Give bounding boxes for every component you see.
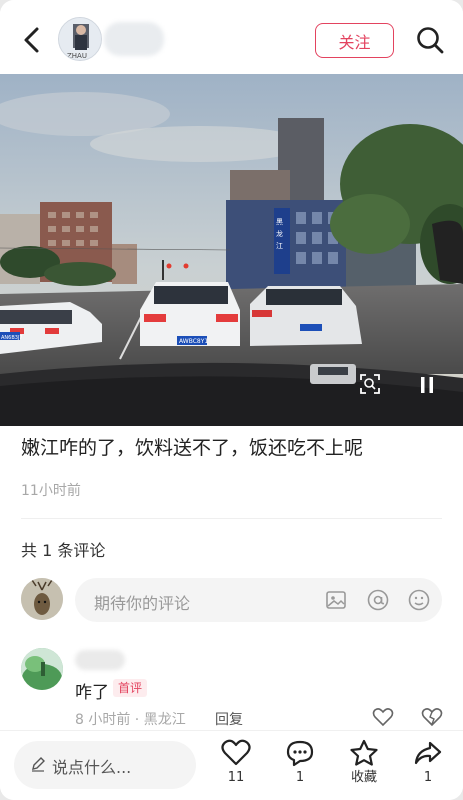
zoom-icon[interactable] — [358, 372, 382, 396]
comment-bubble-icon — [286, 740, 314, 767]
plate-left: AN6B3J7 — [1, 335, 23, 341]
my-avatar — [21, 578, 63, 620]
author-name-blurred[interactable] — [104, 22, 164, 56]
share-button[interactable]: 1 — [406, 739, 450, 786]
reply-button[interactable]: 回复 — [215, 709, 243, 729]
comment-meta: 8 小时前 · 黑龙江 — [75, 712, 186, 728]
bottom-bar: 说点什么... 11 1 收藏 1 — [0, 730, 463, 800]
follow-button[interactable]: 关注 — [315, 23, 394, 58]
app-frame: ZHAU 关注 黑 龙 江 AN6B3J7 AWBC8Y1 嫩江咋的了，饮料送不… — [0, 0, 463, 800]
commenter-avatar[interactable] — [21, 648, 63, 690]
comment-input-placeholder: 期待你的评论 — [94, 594, 191, 613]
first-comment-badge: 首评 — [113, 679, 148, 697]
emoji-icon[interactable] — [407, 588, 431, 612]
svg-text:ZHAU: ZHAU — [67, 52, 87, 60]
comment-like-icon[interactable] — [372, 707, 394, 727]
plate-center: AWBC8Y1 — [179, 338, 208, 345]
share-count: 1 — [423, 770, 433, 785]
collect-button[interactable]: 收藏 — [342, 739, 386, 786]
heart-icon — [221, 739, 251, 766]
share-arrow-icon — [414, 741, 442, 765]
star-icon — [350, 739, 378, 766]
say-something-input[interactable]: 说点什么... — [14, 741, 196, 789]
collect-label: 收藏 — [350, 770, 377, 785]
back-arrow-icon[interactable] — [18, 24, 46, 56]
comment-button[interactable]: 1 — [278, 739, 322, 786]
comment-input[interactable]: 期待你的评论 — [75, 578, 442, 622]
svg-text:黑: 黑 — [276, 218, 283, 226]
comment-total: 1 — [295, 770, 305, 785]
pause-icon[interactable] — [418, 374, 436, 396]
image-icon[interactable] — [324, 588, 348, 612]
search-icon[interactable] — [414, 24, 446, 56]
like-button[interactable]: 11 — [214, 739, 258, 786]
post-photo[interactable]: 黑 龙 江 AN6B3J7 AWBC8Y1 — [0, 74, 463, 426]
commenter-name-blurred[interactable] — [75, 650, 125, 670]
pen-icon — [32, 757, 45, 772]
svg-text:龙: 龙 — [276, 229, 283, 238]
post-time: 11小时前 — [21, 483, 81, 499]
at-icon[interactable] — [366, 588, 390, 612]
comment-count-label: 共 1 条评论 — [21, 541, 106, 560]
like-count: 11 — [227, 770, 245, 785]
post-caption: 嫩江咋的了，饮料送不了，饭还吃不上呢 — [21, 437, 364, 459]
svg-text:江: 江 — [276, 242, 283, 250]
divider — [21, 518, 442, 519]
comment-dislike-icon[interactable] — [421, 707, 443, 727]
author-avatar[interactable]: ZHAU — [58, 17, 102, 61]
say-something-placeholder: 说点什么... — [52, 758, 132, 777]
header: ZHAU 关注 — [0, 0, 463, 78]
comment-text: 咋了 — [75, 683, 109, 703]
